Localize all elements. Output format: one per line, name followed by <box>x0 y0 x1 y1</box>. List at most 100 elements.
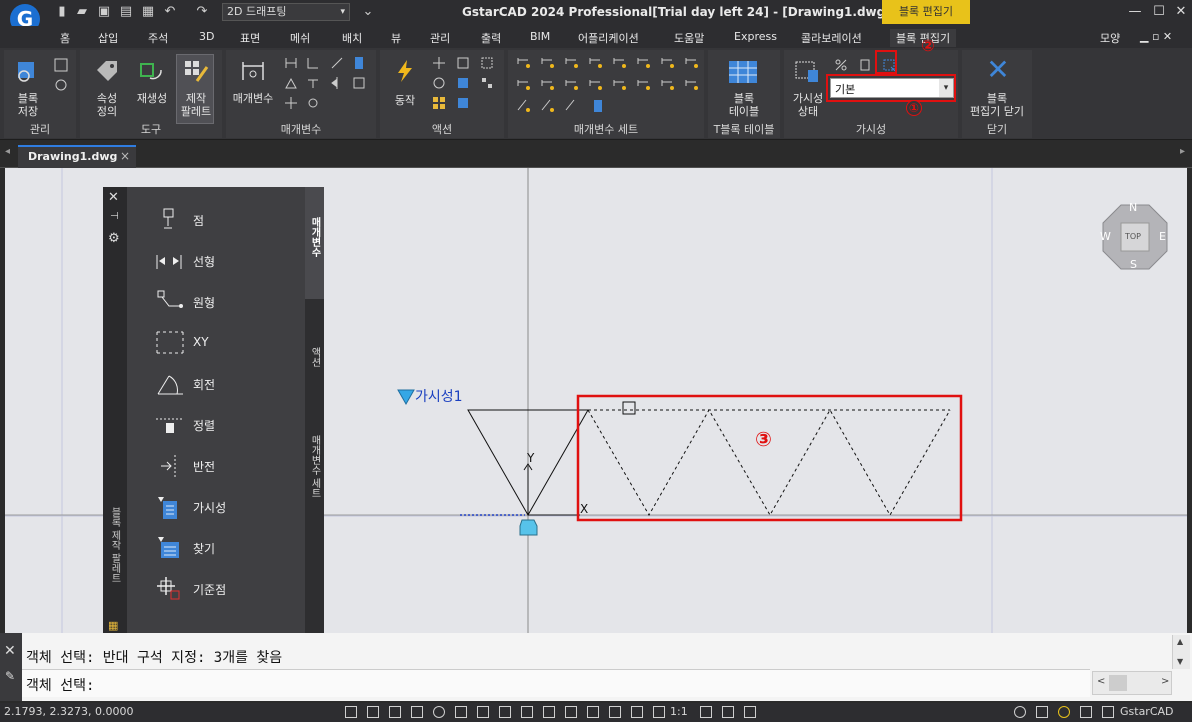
palette-item-rotation[interactable]: 회전 <box>155 370 305 400</box>
save-as-icon[interactable]: ▤ <box>118 4 134 20</box>
viewcube-north[interactable]: N <box>1129 201 1137 214</box>
ducs-icon[interactable] <box>477 706 489 718</box>
visibility-parameter-label[interactable]: 가시성1 <box>415 386 463 406</box>
gear-icon[interactable] <box>1014 706 1026 718</box>
dyn-icon[interactable] <box>499 706 511 718</box>
tab-surface[interactable]: 표면 <box>240 30 260 46</box>
save-icon[interactable]: ▣ <box>96 4 112 20</box>
otrack-icon[interactable] <box>455 706 467 718</box>
isolate-icon[interactable] <box>722 706 734 718</box>
palette-item-linear[interactable]: 선형 <box>155 247 305 277</box>
palette-item-xy[interactable]: XY <box>155 329 305 359</box>
visibility-state-button[interactable]: 가시성 상태 <box>790 92 826 118</box>
annotation-monitor-icon[interactable] <box>587 706 599 718</box>
osnap-icon[interactable] <box>433 706 445 718</box>
authoring-palette-toggle[interactable]: 제작 팔레트 <box>176 54 214 124</box>
document-tab-drawing1[interactable]: Drawing1.dwg × <box>18 145 136 168</box>
scroll-down-icon[interactable]: ▼ <box>1177 657 1183 666</box>
close-icon[interactable]: ✕ <box>4 643 16 659</box>
tab-insert[interactable]: 삽입 <box>98 30 118 46</box>
horizontal-scrollbar[interactable]: < > <box>1092 671 1172 695</box>
tab-express[interactable]: Express <box>734 30 777 43</box>
flip-param-icon[interactable] <box>330 76 344 90</box>
ortho-icon[interactable] <box>389 706 401 718</box>
scale-action-icon[interactable] <box>456 56 470 70</box>
palette-item-point[interactable]: 점 <box>155 206 305 236</box>
snap-icon[interactable] <box>367 706 379 718</box>
tab-scroll-left-icon[interactable]: ◂ <box>5 146 10 157</box>
undo-icon[interactable]: ↶ <box>162 4 178 20</box>
tab-bim[interactable]: BIM <box>530 30 550 43</box>
layers-icon[interactable] <box>609 706 621 718</box>
open-folder-icon[interactable]: ▰ <box>74 4 90 20</box>
palette-item-lookup[interactable]: 찾기 <box>155 534 305 564</box>
tab-help[interactable]: 도움말 <box>674 30 704 46</box>
minimize-icon[interactable]: — <box>1122 2 1148 22</box>
tab-layout[interactable]: 배치 <box>342 30 362 46</box>
viewcube[interactable]: TOP N S E W <box>1100 201 1169 271</box>
annotation-scale-icon[interactable] <box>653 706 665 718</box>
lineweight-icon[interactable] <box>521 706 533 718</box>
annotation-visibility-icon[interactable] <box>631 706 643 718</box>
pin-icon[interactable]: ⊣ <box>110 211 119 222</box>
tab-parameter-sets[interactable]: 매개변수 세트 <box>305 415 324 525</box>
palette-item-alignment[interactable]: 정렬 <box>155 411 305 441</box>
transparency-icon[interactable] <box>543 706 555 718</box>
polar-param-icon[interactable] <box>330 56 344 70</box>
scroll-up-icon[interactable]: ▲ <box>1177 637 1183 646</box>
gear-icon[interactable]: ⚙ <box>108 231 120 246</box>
lookup-param-icon[interactable] <box>352 76 366 90</box>
polar-icon[interactable] <box>411 706 423 718</box>
block-save-button[interactable]: 블록 저장 <box>16 92 40 118</box>
rotate-param-icon[interactable] <box>284 76 298 90</box>
block-table-button[interactable]: 블록 테이블 <box>726 92 762 118</box>
new-file-icon[interactable]: ▮ <box>54 4 70 20</box>
appearance-menu[interactable]: 모양 <box>1100 30 1120 46</box>
move-action-icon[interactable] <box>432 56 446 70</box>
window-controls[interactable]: ▁ ▫ ✕ <box>1140 30 1172 43</box>
selection-cycling-icon[interactable] <box>565 706 577 718</box>
parameter-set-icons[interactable] <box>514 54 700 118</box>
lock-icon[interactable] <box>1036 706 1048 718</box>
close-icon[interactable]: × <box>120 149 130 163</box>
close-block-editor-button[interactable]: 블록 편집기 닫기 <box>964 92 1030 118</box>
command-input[interactable]: 객체 선택: <box>22 669 1090 697</box>
attribute-define-button[interactable]: 속성 정의 <box>94 92 120 118</box>
align-param-icon[interactable] <box>306 76 320 90</box>
redo-icon[interactable]: ↷ <box>194 4 210 20</box>
linear-param-icon[interactable] <box>284 56 298 70</box>
action-button[interactable]: 동작 <box>390 94 420 107</box>
base-point-icon[interactable] <box>284 96 298 110</box>
tab-scroll-right-icon[interactable]: ▸ <box>1180 146 1185 157</box>
lookup-action-icon[interactable] <box>432 96 446 110</box>
dropdown-icon[interactable]: ⌄ <box>360 4 376 20</box>
palette-item-polar[interactable]: 원형 <box>155 288 305 318</box>
tab-actions[interactable]: 액션 <box>305 327 324 407</box>
tab-collaboration[interactable]: 콜라보레이션 <box>801 30 862 46</box>
workspace-select[interactable]: 2D 드래프팅 ▾ <box>222 3 350 21</box>
block-icon[interactable] <box>54 58 68 72</box>
scroll-left-icon[interactable]: < <box>1097 676 1105 687</box>
action-table-icon[interactable] <box>456 96 470 110</box>
make-visible-icon[interactable] <box>834 58 848 72</box>
viewcube-south[interactable]: S <box>1130 258 1137 271</box>
lightbulb-icon[interactable] <box>1058 706 1070 718</box>
tab-manage[interactable]: 관리 <box>430 30 450 46</box>
tab-application[interactable]: 어플리케이션 <box>578 30 639 46</box>
viewcube-west[interactable]: W <box>1100 230 1111 243</box>
command-scrollbar[interactable]: ▲ ▼ <box>1172 635 1190 669</box>
parameter-button[interactable]: 매개변수 <box>230 92 276 105</box>
close-icon[interactable]: ✕ <box>1168 2 1192 22</box>
palette-item-base-point[interactable]: 기준점 <box>155 575 305 605</box>
tab-mesh[interactable]: 메쉬 <box>290 30 310 46</box>
annotation-scale-value[interactable]: 1:1 <box>670 705 688 718</box>
stretch-action-icon[interactable] <box>480 56 494 70</box>
viewcube-east[interactable]: E <box>1159 230 1166 243</box>
clean-screen-icon[interactable] <box>1080 706 1092 718</box>
point-param-icon[interactable] <box>306 96 320 110</box>
make-invisible-icon[interactable] <box>858 58 872 72</box>
tab-parameters[interactable]: 매개변수 <box>305 187 324 299</box>
palette-item-flip[interactable]: 반전 <box>155 452 305 482</box>
pencil-icon[interactable]: ✎ <box>5 669 15 683</box>
flip-action-icon[interactable] <box>456 76 470 90</box>
